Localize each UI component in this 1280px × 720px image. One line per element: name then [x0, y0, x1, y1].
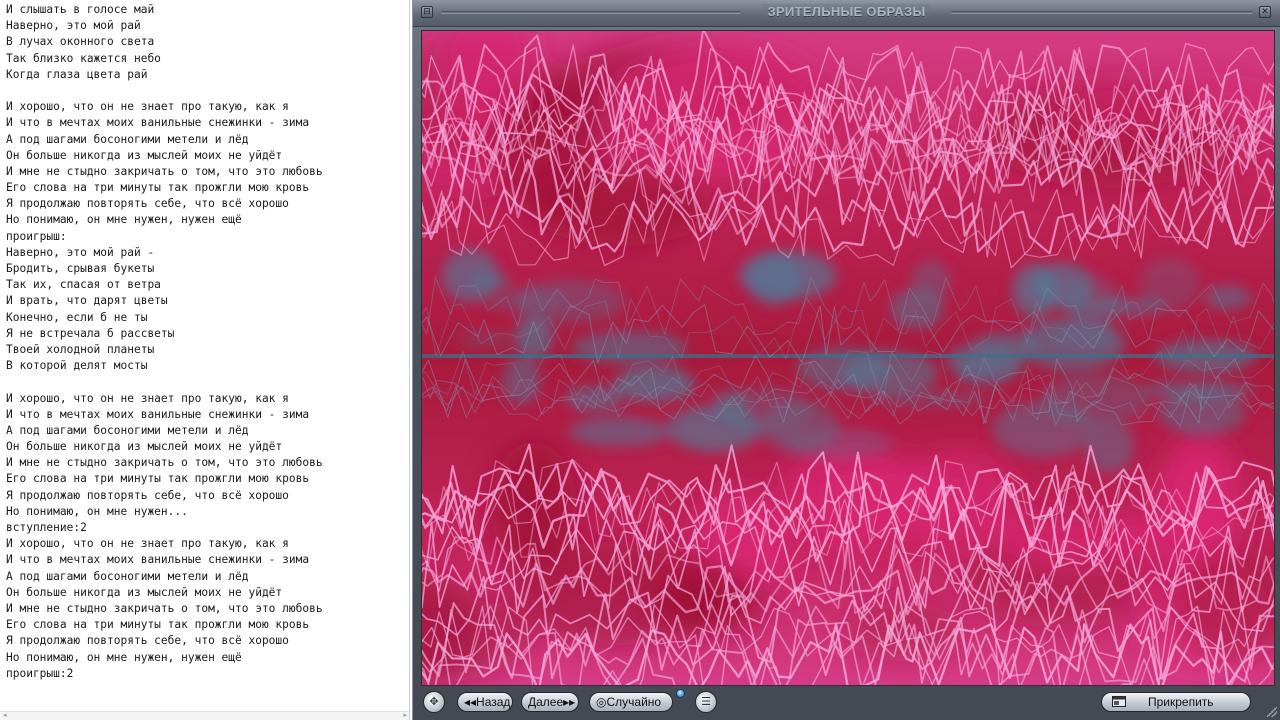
visual-haze — [973, 331, 1041, 356]
text-line: Его слова на три минуты так прожгли мою … — [6, 181, 310, 195]
visual-haze — [890, 288, 944, 330]
visualization-window: ⊟ ЗРИТЕЛЬНЫЕ ОБРАЗЫ ✕ ✥ ◂◂Назад Далее▸▸ … — [412, 0, 1280, 720]
text-line: Конечно, если б не ты — [6, 310, 148, 324]
text-line: вступление:2 — [6, 521, 87, 534]
visualization-control-bar: ✥ ◂◂Назад Далее▸▸ ◎Случайно ☰ Прикрепить — [413, 688, 1280, 720]
text-line: Он больше никогда из мыслей моих не уйдё… — [6, 440, 283, 454]
text-line: А под шагами босоногими метели и лёд — [6, 569, 249, 583]
scroll-right-icon[interactable]: ▸ — [403, 712, 407, 719]
visual-haze — [746, 251, 802, 305]
horizontal-scrollbar[interactable]: ◂ ▸ — [0, 711, 409, 720]
text-line: И хорошо, что он не знает про такую, как… — [6, 100, 289, 114]
text-line: Так близко кажется небо — [6, 51, 161, 65]
text-line: Его слова на три минуты так прожгли мою … — [6, 472, 310, 486]
text-line: И что в мечтах моих ванильные снежинки -… — [6, 407, 310, 421]
visual-haze — [1204, 285, 1252, 310]
text-line: И мне не стыдно закричать о том, что это… — [6, 601, 323, 615]
text-line — [6, 374, 323, 390]
back-button[interactable]: ◂◂Назад — [457, 692, 513, 712]
text-line: Твоей холодной планеты — [6, 342, 155, 356]
lyrics-text-content[interactable]: И слышать в голосе май Наверно, это мой р… — [6, 2, 323, 682]
text-line: И что в мечтах моих ванильные снежинки -… — [6, 553, 310, 567]
text-line: И что в мечтах моих ванильные снежинки -… — [6, 116, 310, 130]
next-button[interactable]: Далее▸▸ — [521, 692, 579, 712]
lyrics-text-editor[interactable]: И слышать в голосе май Наверно, это мой р… — [0, 0, 410, 720]
text-line: Наверно, это мой рай — [6, 19, 141, 33]
scroll-left-icon[interactable]: ◂ — [3, 712, 7, 719]
pin-button-label: Прикрепить — [1148, 695, 1214, 709]
text-line: Его слова на три минуты так прожгли мою … — [6, 618, 310, 632]
text-line: Он больше никогда из мыслей моих не уйдё… — [6, 585, 283, 599]
visualization-title: ЗРИТЕЛЬНЫЕ ОБРАЗЫ — [761, 4, 932, 19]
text-line: Но понимаю, он мне нужен, нужен ещё — [6, 650, 242, 664]
visual-haze — [724, 387, 813, 436]
text-line: Но понимаю, он мне нужен... — [6, 504, 188, 518]
text-line: проигрыш: — [6, 229, 67, 243]
random-button[interactable]: ◎Случайно — [589, 692, 673, 712]
navigate-icon[interactable]: ✥ — [423, 691, 445, 713]
text-line: Бродить, срывая букеты — [6, 262, 155, 275]
resize-grip-icon[interactable] — [1267, 707, 1277, 717]
text-line: Но понимаю, он мне нужен, нужен ещё — [6, 213, 242, 227]
text-line: Так их, спасая от ветра — [6, 278, 161, 292]
text-line: Я не встречала б рассветы — [6, 326, 175, 340]
text-line: Я продолжаю повторять себе, что всё хоро… — [6, 488, 289, 502]
text-line: А под шагами босоногими метели и лёд — [6, 423, 249, 437]
visual-haze — [568, 417, 671, 447]
visualization-image — [422, 31, 1274, 685]
pin-window-icon — [1112, 696, 1126, 707]
list-menu-icon[interactable]: ☰ — [695, 691, 717, 713]
text-line: В которой делят мосты — [6, 359, 148, 373]
text-line: И мне не стыдно закричать о том, что это… — [6, 164, 323, 178]
text-line: И хорошо, что он не знает про такую, как… — [6, 391, 289, 405]
text-line: А под шагами босоногими метели и лёд — [6, 132, 249, 146]
text-line: В лучах оконного света — [6, 35, 155, 49]
text-line: Я продолжаю повторять себе, что всё хоро… — [6, 634, 289, 648]
info-badge-icon[interactable] — [676, 689, 685, 698]
text-line: И слышать в голосе май — [6, 3, 155, 16]
visualization-titlebar[interactable]: ⊟ ЗРИТЕЛЬНЫЕ ОБРАЗЫ ✕ — [413, 0, 1280, 27]
close-icon[interactable]: ✕ — [1259, 6, 1271, 18]
visualization-canvas — [421, 30, 1275, 686]
text-line: И хорошо, что он не знает про такую, как… — [6, 537, 289, 551]
text-line: И врать, что дарят цветы — [6, 294, 168, 308]
text-line — [6, 83, 323, 99]
text-line: Наверно, это мой рай - — [6, 245, 155, 259]
visual-haze — [441, 248, 499, 303]
text-line: проигрыш:2 — [6, 666, 74, 680]
text-line: Когда глаза цвета рай — [6, 67, 148, 81]
text-line: И мне не стыдно закричать о том, что это… — [6, 456, 323, 470]
text-line: Я продолжаю повторять себе, что всё хоро… — [6, 197, 289, 211]
pin-button[interactable]: Прикрепить — [1101, 692, 1251, 712]
visual-haze — [571, 331, 688, 365]
text-line: Он больше никогда из мыслей моих не уйдё… — [6, 148, 283, 162]
